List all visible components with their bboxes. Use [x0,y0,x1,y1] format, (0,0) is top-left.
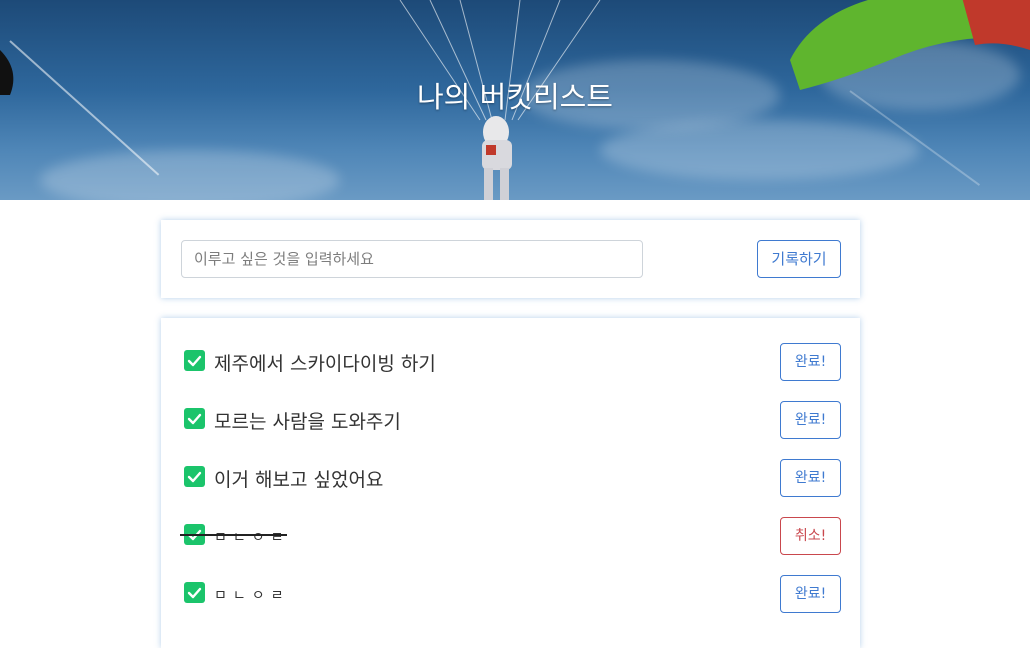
checkmark-icon [184,466,205,487]
done-button[interactable]: 완료! [780,575,841,613]
bucket-list: 제주에서 스카이다이빙 하기 완료! 모르는 사람을 도와주기 완료! 이거 해… [161,318,860,648]
list-item: 모르는 사람을 도와주기 완료! [161,401,860,439]
done-button[interactable]: 완료! [780,401,841,439]
cancel-button[interactable]: 취소! [780,517,841,555]
list-item: 제주에서 스카이다이빙 하기 완료! [161,343,860,381]
hero-banner: 나의 버킷리스트 [0,0,1030,200]
checkmark-icon [184,350,205,371]
post-card: 기록하기 [161,220,860,298]
bucket-text: 이거 해보고 싶었어요 [214,469,384,491]
page-title: 나의 버킷리스트 [417,80,613,114]
strikethrough-line [180,534,287,536]
done-button[interactable]: 완료! [780,343,841,381]
record-button[interactable]: 기록하기 [757,240,841,278]
done-button[interactable]: 완료! [780,459,841,497]
bucket-text: ㅁㄴㅇㄹ [214,588,290,604]
bucket-text: 제주에서 스카이다이빙 하기 [214,353,436,375]
bucket-input[interactable] [181,240,643,278]
bucket-text: ㅁㄴㅇㄹ [214,530,290,546]
checkmark-icon [184,582,205,603]
list-item: 이거 해보고 싶었어요 완료! [161,459,860,497]
bucket-text: 모르는 사람을 도와주기 [214,411,401,433]
list-item: ㅁㄴㅇㄹ 완료! [161,575,860,613]
list-item-done: ㅁㄴㅇㄹ 취소! [161,517,860,555]
checkmark-icon [184,408,205,429]
